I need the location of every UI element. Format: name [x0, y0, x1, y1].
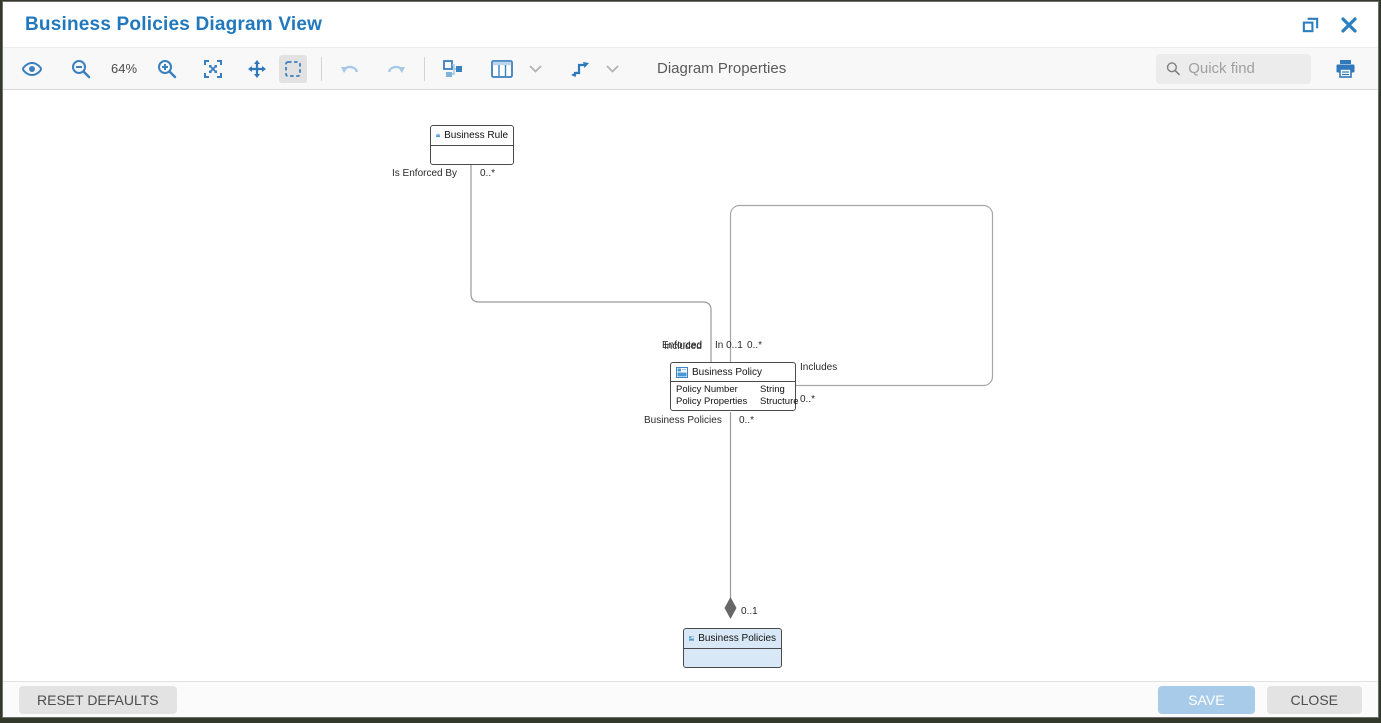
- diagram-canvas[interactable]: Business Rule Business Policy Policy Num…: [3, 90, 1378, 681]
- marquee-select-icon: [283, 59, 303, 79]
- attribute-row: Policy Properties Structure: [676, 396, 790, 408]
- save-button[interactable]: SAVE: [1158, 686, 1254, 714]
- zoom-out-icon: [71, 59, 91, 79]
- footer-bar: RESET DEFAULTS SAVE CLOSE: [3, 681, 1378, 717]
- relationship-label-included: Included: [664, 341, 702, 352]
- print-button[interactable]: [1331, 55, 1360, 82]
- aggregation-diamond-icon: [725, 597, 737, 619]
- search-icon: [1166, 60, 1180, 77]
- zoom-out-button[interactable]: [67, 55, 95, 83]
- entity-name: Business Rule: [444, 130, 508, 141]
- connector-style-dropdown[interactable]: [602, 61, 623, 77]
- pan-button[interactable]: [243, 55, 271, 83]
- cardinality-label: 0..*: [747, 340, 762, 351]
- relationship-label-is-enforced-by: Is Enforced By: [392, 168, 457, 179]
- cardinality-label: 0..*: [739, 415, 754, 426]
- entity-business-rule[interactable]: Business Rule: [430, 125, 514, 165]
- quick-find-input[interactable]: [1188, 60, 1301, 77]
- page-title: Business Policies Diagram View: [25, 14, 322, 36]
- undo-button[interactable]: [336, 56, 366, 82]
- columns-view-button[interactable]: [487, 56, 517, 82]
- toolbar-separator: [321, 57, 322, 81]
- popout-button[interactable]: [1299, 13, 1322, 36]
- chevron-down-icon: [606, 65, 619, 73]
- columns-view-dropdown[interactable]: [525, 61, 546, 77]
- window-controls: [1299, 13, 1360, 36]
- pan-move-icon: [247, 59, 267, 79]
- auto-layout-button[interactable]: [439, 56, 467, 82]
- marquee-select-button[interactable]: [279, 55, 307, 83]
- attribute-type: Structure: [760, 396, 799, 408]
- layout-icon: [443, 60, 463, 78]
- cardinality-label: In 0..1: [715, 340, 743, 351]
- attribute-type: String: [760, 384, 785, 396]
- entity-header: Business Policies: [684, 629, 781, 649]
- toolbar-separator: [424, 57, 425, 81]
- cardinality-label: 0..*: [800, 394, 815, 405]
- entity-name: Business Policy: [692, 367, 762, 378]
- entity-body: [431, 146, 513, 164]
- table-columns-icon: [491, 60, 513, 78]
- zoom-in-button[interactable]: [153, 55, 181, 83]
- cardinality-label: 0..*: [480, 168, 495, 179]
- print-icon: [1335, 59, 1356, 78]
- policy-document-icon: [676, 367, 688, 378]
- diagram-toolbar: 64%: [3, 47, 1378, 90]
- close-dialog-button[interactable]: CLOSE: [1267, 686, 1362, 714]
- diagram-view-modal: Business Policies Diagram View: [2, 1, 1379, 718]
- briefcase-icon: [436, 130, 440, 141]
- chevron-down-icon: [529, 65, 542, 73]
- preview-button[interactable]: [17, 56, 47, 82]
- connector-includes-loop[interactable]: [731, 206, 993, 386]
- attribute-name: Policy Number: [676, 384, 760, 396]
- undo-icon: [340, 60, 362, 78]
- redo-button[interactable]: [380, 56, 410, 82]
- entity-business-policies[interactable]: Business Policies: [683, 628, 782, 668]
- connector-route-icon: [570, 60, 590, 78]
- close-button[interactable]: [1338, 14, 1360, 36]
- policy-document-icon: [689, 633, 694, 644]
- diagram-properties-button[interactable]: Diagram Properties: [657, 60, 786, 77]
- fit-to-screen-icon: [203, 59, 223, 79]
- entity-body: [684, 649, 781, 667]
- zoom-level: 64%: [109, 61, 139, 76]
- entity-business-policy[interactable]: Business Policy Policy Number String Pol…: [670, 362, 796, 411]
- entity-header: Business Policy: [671, 363, 795, 382]
- title-bar: Business Policies Diagram View: [3, 2, 1378, 47]
- entity-header: Business Rule: [431, 126, 513, 146]
- close-icon: [1340, 16, 1358, 34]
- entity-body: Policy Number String Policy Properties S…: [671, 382, 795, 410]
- redo-icon: [384, 60, 406, 78]
- entity-name: Business Policies: [698, 633, 776, 644]
- relationship-label-includes: Includes: [800, 362, 837, 373]
- quick-find-box[interactable]: [1156, 54, 1311, 84]
- reset-defaults-button[interactable]: RESET DEFAULTS: [19, 686, 177, 714]
- eye-icon: [21, 60, 43, 78]
- attribute-name: Policy Properties: [676, 396, 760, 408]
- zoom-in-icon: [157, 59, 177, 79]
- connector-style-button[interactable]: [566, 56, 594, 82]
- relationship-label-business-policies: Business Policies: [644, 415, 722, 426]
- fit-to-screen-button[interactable]: [199, 55, 227, 83]
- cardinality-label: 0..1: [741, 606, 758, 617]
- attribute-row: Policy Number String: [676, 384, 790, 396]
- connector-rule-to-policy[interactable]: [471, 165, 711, 362]
- popout-icon: [1301, 15, 1320, 34]
